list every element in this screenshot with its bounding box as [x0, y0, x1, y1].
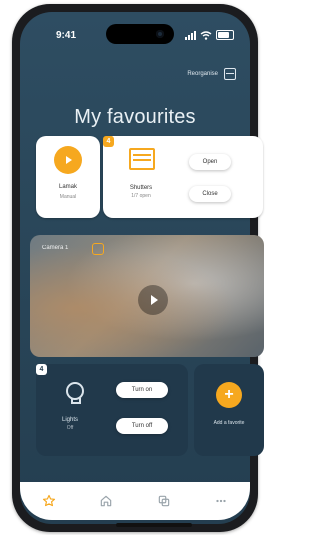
- shutters-label: Shutters: [129, 185, 153, 191]
- turn-off-button[interactable]: Turn off: [116, 418, 168, 434]
- nav-favorites[interactable]: [40, 492, 58, 510]
- turn-on-button[interactable]: Turn on: [116, 382, 168, 398]
- nav-devices[interactable]: [155, 492, 173, 510]
- camera-play-button[interactable]: [138, 285, 168, 315]
- play-icon: [150, 295, 158, 305]
- nav-more[interactable]: [212, 492, 230, 510]
- lights-count-badge: 4: [36, 364, 47, 375]
- home-indicator: [116, 523, 192, 527]
- home-icon: [101, 495, 112, 507]
- lightbulb-icon: [66, 382, 84, 404]
- play-icon: [66, 156, 72, 164]
- add-favorite-label: Add a favorite: [213, 420, 245, 426]
- shutters-tile[interactable]: 4 Shutters 1/7 open Open Close: [103, 136, 263, 218]
- devices-icon: [158, 495, 169, 507]
- close-shutters-button[interactable]: Close: [189, 186, 231, 202]
- reorganize-icon: [224, 68, 236, 80]
- star-icon: [42, 494, 55, 507]
- camera-lock-icon: [92, 243, 104, 255]
- reorganize-button[interactable]: Reorganise: [187, 68, 236, 80]
- shutters-count-badge: 4: [103, 136, 114, 147]
- shutters-sublabel: 1/7 open: [131, 193, 151, 199]
- reorganize-label: Reorganise: [187, 71, 218, 77]
- open-shutters-button[interactable]: Open: [189, 154, 231, 170]
- status-time: 9:41: [56, 30, 77, 41]
- page-title: My favourites: [74, 106, 196, 128]
- bottom-nav: [20, 482, 250, 520]
- shutters-icon: [129, 148, 155, 170]
- lights-label: Lights: [61, 417, 78, 423]
- lamp-tile[interactable]: Lamak Manual: [36, 136, 100, 218]
- camera-label: Camera 1: [42, 245, 69, 251]
- lights-tile[interactable]: 4 Lights Off Turn on Turn off: [36, 364, 188, 456]
- front-camera-icon: [156, 30, 164, 38]
- camera-tile[interactable]: Camera 1: [30, 235, 264, 357]
- lamp-label: Lamak: [58, 184, 77, 190]
- nav-home[interactable]: [97, 492, 115, 510]
- plus-icon: +: [216, 382, 242, 408]
- wifi-icon: [200, 30, 212, 40]
- more-icon: [216, 499, 226, 503]
- add-favorite-tile[interactable]: + Add a favorite: [194, 364, 264, 456]
- dynamic-island: [106, 24, 174, 44]
- lights-sublabel: Off: [66, 425, 74, 431]
- battery-icon: [216, 30, 234, 40]
- cellular-signal-icon: [185, 30, 196, 40]
- status-bar: 9:41: [20, 12, 250, 48]
- lamp-toggle-button[interactable]: [54, 146, 82, 174]
- system-icons: [185, 30, 234, 40]
- lamp-sublabel: Manual: [59, 194, 77, 200]
